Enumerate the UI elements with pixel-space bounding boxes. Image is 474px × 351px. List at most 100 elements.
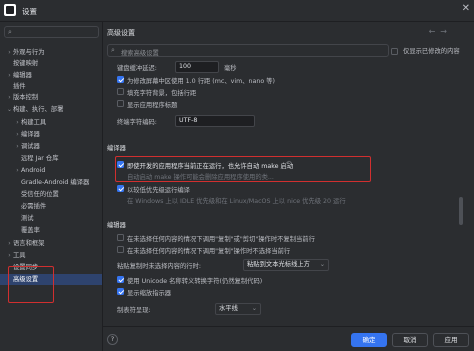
- tab-render-label: 制表符呈现:: [117, 307, 151, 314]
- page-title: 高级设置: [107, 29, 135, 37]
- chevron-icon: ›: [8, 72, 11, 79]
- navigation-arrows: ←→: [429, 27, 452, 36]
- select-line-checkbox[interactable]: [117, 246, 124, 253]
- chevron-icon: ›: [16, 143, 19, 150]
- paste-label: 粘贴复制时未选择内容的行时:: [117, 263, 201, 270]
- sidebar-item[interactable]: › 外观与行为: [0, 47, 102, 58]
- sidebar-item[interactable]: › 构建工具: [0, 117, 102, 128]
- sidebar-item-label: 测试: [21, 215, 34, 222]
- highlight-annotation: [8, 266, 54, 303]
- sidebar-item[interactable]: 按键映射: [0, 58, 102, 69]
- close-icon[interactable]: ✕: [462, 3, 470, 14]
- only-modified-toggle[interactable]: 仅显示已修改的内容: [391, 46, 460, 55]
- sidebar-item[interactable]: 测试: [0, 213, 102, 224]
- sidebar-item[interactable]: › 编辑器: [0, 70, 102, 81]
- sidebar-item-label: 构建、执行、部署: [13, 106, 64, 113]
- sidebar-item-label: 工具: [13, 252, 26, 259]
- sidebar-item[interactable]: › Android: [0, 165, 102, 176]
- encoding-field[interactable]: UTF-8: [175, 115, 255, 127]
- low-priority-checkbox[interactable]: [117, 185, 124, 192]
- low-priority-label: 以较低优先级运行编译: [127, 187, 190, 194]
- show-title-checkbox[interactable]: [117, 100, 124, 107]
- chevron-icon: ›: [16, 167, 19, 174]
- sidebar-item-label: 按键映射: [13, 60, 39, 67]
- cancel-button[interactable]: 取消: [392, 333, 428, 347]
- dialog-footer: ? 确定 取消 应用: [103, 326, 474, 351]
- sidebar-search-input[interactable]: ⌕: [4, 26, 99, 38]
- chevron-down-icon: ⌄: [251, 305, 257, 312]
- sidebar-item-label: 插件: [13, 83, 26, 90]
- select-line-label: 在未选择任何内容的情况下调用"复制"操作时不选择当前行: [127, 248, 291, 255]
- chevron-icon: ›: [16, 131, 19, 138]
- scrollbar[interactable]: [459, 197, 463, 225]
- auto-make-checkbox[interactable]: [117, 161, 124, 168]
- editor-section-title: 编辑器: [107, 222, 126, 229]
- sidebar-item[interactable]: › 版本控制: [0, 92, 102, 103]
- low-priority-hint: 在 Windows 上以 IDLE 优先级和在 Linux/MacOS 上以 n…: [127, 198, 346, 205]
- sidebar-item[interactable]: 覆盖率: [0, 225, 102, 236]
- keyboard-delay-field[interactable]: 100: [175, 61, 219, 73]
- sidebar-item-label: 调试器: [21, 143, 40, 150]
- sidebar-item-label: 编辑器: [13, 72, 32, 79]
- auto-make-hint: 自动启动 make 操作可能会删除应用程序使用的类...: [127, 174, 274, 181]
- sidebar-item[interactable]: 远程 Jar 仓库: [0, 153, 102, 164]
- apply-button[interactable]: 应用: [433, 333, 469, 347]
- search-icon: ⌕: [8, 28, 12, 36]
- chevron-icon: ›: [8, 94, 11, 101]
- fill-char-checkbox[interactable]: [117, 88, 124, 95]
- tab-render-value: 水平线: [219, 305, 238, 312]
- ok-button[interactable]: 确定: [351, 333, 387, 347]
- chevron-down-icon: ⌄: [319, 261, 325, 268]
- sidebar-item-label: 版本控制: [13, 94, 39, 101]
- sidebar-item[interactable]: ⌄构建、执行、部署: [0, 104, 102, 115]
- reset-icon[interactable]: ↶: [286, 160, 291, 167]
- sidebar-item[interactable]: 插件: [0, 81, 102, 92]
- chevron-icon: ⌄: [6, 106, 13, 113]
- compiler-section-title: 编译器: [107, 145, 126, 152]
- fill-char-label: 填充字符背景，包括行距: [127, 90, 197, 97]
- copy-line-checkbox[interactable]: [117, 234, 124, 241]
- chevron-icon: ›: [8, 49, 11, 56]
- encoding-label: 终端字符编码:: [117, 119, 157, 126]
- sidebar-item-label: 覆盖率: [21, 227, 40, 234]
- tab-render-select[interactable]: 水平线 ⌄: [215, 303, 261, 315]
- sidebar-item-label: Gradle-Android 编译器: [21, 179, 90, 186]
- sidebar-item[interactable]: Gradle-Android 编译器: [0, 177, 102, 188]
- sidebar-item[interactable]: › 工具: [0, 250, 102, 261]
- window-title: 设置: [22, 7, 37, 16]
- search-placeholder: 搜索高级设置: [121, 49, 159, 57]
- sidebar-item-label: 语言和框架: [13, 240, 45, 247]
- advanced-search-input[interactable]: ⌕ 搜索高级设置: [107, 44, 389, 57]
- keyboard-delay-unit: 毫秒: [224, 65, 237, 72]
- auto-make-label: 即使开发的应用程序当前正在运行，也允许自动 make 启动: [127, 163, 294, 170]
- sidebar-item[interactable]: 受信任的位置: [0, 189, 102, 200]
- paste-select[interactable]: 粘贴到文本光标线上方 ⌄: [243, 259, 329, 271]
- keyboard-delay-label: 键盘缓冲延迟:: [117, 65, 157, 72]
- vim-cursor-label: 为修改屏幕中区使用 1.0 行距 (mc、vim、nano 等): [127, 78, 275, 85]
- sidebar-item-label: 远程 Jar 仓库: [21, 155, 59, 162]
- zoom-indicator-checkbox[interactable]: [117, 288, 124, 295]
- sidebar-item[interactable]: › 语言和框架: [0, 238, 102, 249]
- settings-sidebar: ⌕ › 外观与行为 按键映射 › 编辑器 插件 › 版本控制 ⌄构建、执行、部署 › 构建工具 › 编译…: [0, 22, 103, 351]
- chevron-icon: ›: [8, 252, 11, 259]
- sidebar-item[interactable]: › 编译器: [0, 129, 102, 140]
- unicode-label: 使用 Unicode 名称转义转换字符(仍然复制代码): [127, 278, 263, 285]
- show-title-label: 显示应用程序标题: [127, 102, 178, 109]
- unicode-checkbox[interactable]: [117, 276, 124, 283]
- sidebar-item-label: 构建工具: [21, 119, 47, 126]
- forward-arrow-icon[interactable]: →: [440, 27, 452, 36]
- back-arrow-icon[interactable]: ←: [429, 27, 441, 36]
- chevron-icon: ›: [8, 240, 11, 247]
- app-icon: [4, 4, 16, 16]
- only-modified-label: 仅显示已修改的内容: [403, 48, 460, 55]
- zoom-indicator-label: 显示缩放指示器: [127, 290, 172, 297]
- sidebar-item[interactable]: 必需插件: [0, 201, 102, 212]
- search-icon: ⌕: [111, 46, 115, 54]
- sidebar-item-label: 必需插件: [21, 203, 47, 210]
- sidebar-item[interactable]: › 调试器: [0, 141, 102, 152]
- sidebar-item-label: Android: [21, 167, 46, 174]
- vim-cursor-checkbox[interactable]: [117, 76, 124, 83]
- only-modified-checkbox[interactable]: [391, 47, 398, 55]
- chevron-icon: ›: [16, 119, 19, 126]
- help-button[interactable]: ?: [107, 334, 118, 345]
